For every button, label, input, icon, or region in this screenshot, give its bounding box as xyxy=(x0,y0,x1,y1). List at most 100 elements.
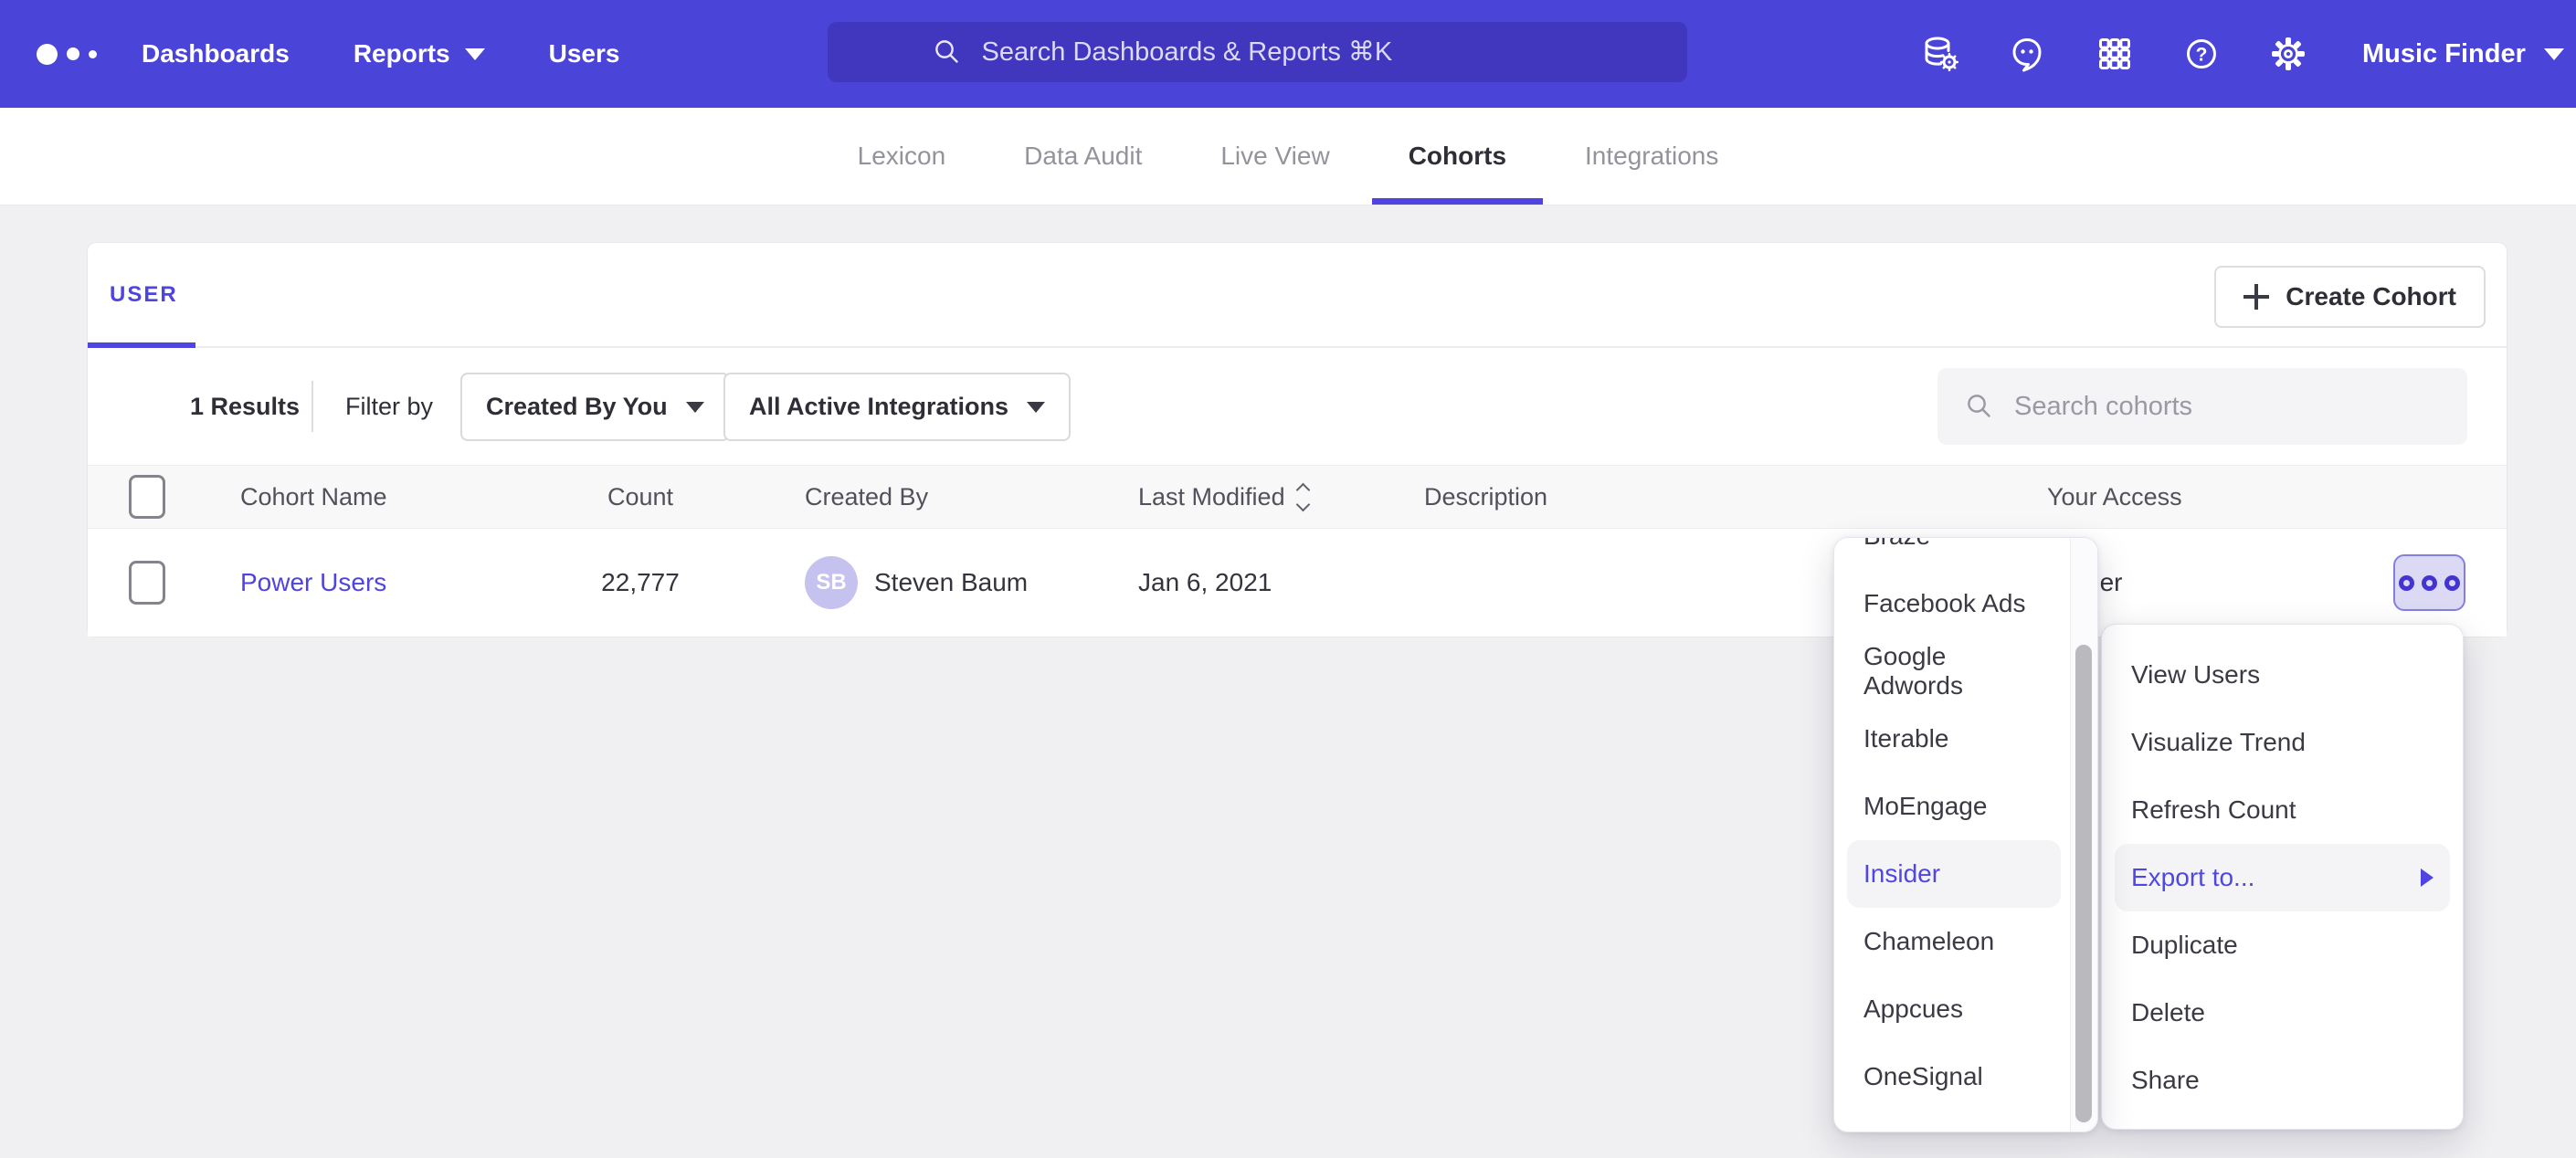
menu-item-export-to[interactable]: Export to... xyxy=(2115,844,2450,911)
search-icon xyxy=(931,36,964,68)
submenu-item-label: Appcues xyxy=(1863,995,1963,1024)
nav-reports-label: Reports xyxy=(354,39,450,68)
export-destinations-list: Braze Facebook Ads Google Adwords Iterab… xyxy=(1834,537,2070,1132)
row-checkbox[interactable] xyxy=(129,561,165,605)
submenu-item-label: Facebook Ads xyxy=(1863,589,2025,618)
tab-cohorts[interactable]: Cohorts xyxy=(1409,108,1506,205)
nav-users-label: Users xyxy=(549,39,620,68)
data-settings-icon[interactable] xyxy=(1918,32,1962,76)
row-actions-button[interactable] xyxy=(2393,554,2465,611)
primary-nav: Dashboards Reports Users xyxy=(142,0,619,108)
created-by-name: Steven Baum xyxy=(874,568,1028,597)
nav-dashboards[interactable]: Dashboards xyxy=(142,39,290,68)
top-navbar: Dashboards Reports Users ? xyxy=(0,0,2576,108)
submenu-arrow-icon xyxy=(2421,868,2433,887)
chevron-down-icon xyxy=(1027,402,1045,413)
submenu-item-chameleon[interactable]: Chameleon xyxy=(1847,908,2061,975)
submenu-item-google-adwords[interactable]: Google Adwords xyxy=(1847,637,2061,705)
filter-created-by-label: Created By You xyxy=(486,393,668,421)
ellipsis-dot xyxy=(2422,575,2437,591)
col-count: Count xyxy=(549,466,732,528)
results-count: 1 Results xyxy=(190,348,300,465)
chevron-down-icon xyxy=(2544,48,2564,60)
submenu-item-label: Iterable xyxy=(1863,724,1948,753)
submenu-item-facebook-ads[interactable]: Facebook Ads xyxy=(1847,570,2061,637)
user-tab-label: USER xyxy=(110,282,178,308)
sort-icon xyxy=(1298,485,1308,510)
create-cohort-button[interactable]: Create Cohort xyxy=(2214,266,2486,328)
col-last-modified-label: Last Modified xyxy=(1138,483,1285,511)
filter-integrations-dropdown[interactable]: All Active Integrations xyxy=(723,373,1071,441)
menu-item-label: Export to... xyxy=(2131,863,2254,892)
tab-live-view[interactable]: Live View xyxy=(1220,108,1329,205)
tab-label: Cohorts xyxy=(1409,142,1506,171)
cohorts-panel: USER Create Cohort 1 Results Filter by C… xyxy=(87,242,2507,637)
menu-item-duplicate[interactable]: Duplicate xyxy=(2115,911,2450,979)
export-destinations-submenu: Braze Facebook Ads Google Adwords Iterab… xyxy=(1833,537,2098,1132)
col-description: Description xyxy=(1424,466,1547,528)
cohort-search[interactable] xyxy=(1937,368,2467,445)
tab-label: Data Audit xyxy=(1024,142,1142,171)
plus-icon xyxy=(2243,284,2269,310)
submenu-item-insider[interactable]: Insider xyxy=(1847,840,2061,908)
cohort-name-link[interactable]: Power Users xyxy=(240,568,386,597)
help-icon[interactable]: ? xyxy=(2180,32,2223,76)
last-modified-value: Jan 6, 2021 xyxy=(1138,529,1272,637)
table-row: Power Users 22,777 SB Steven Baum Jan 6,… xyxy=(88,529,2507,637)
feedback-icon[interactable] xyxy=(2005,32,2049,76)
filter-created-by-dropdown[interactable]: Created By You xyxy=(460,373,730,441)
submenu-item-iterable[interactable]: Iterable xyxy=(1847,705,2061,773)
tab-integrations[interactable]: Integrations xyxy=(1585,108,1718,205)
nav-reports[interactable]: Reports xyxy=(354,39,485,68)
logo-dot-medium xyxy=(67,47,79,60)
menu-item-label: Delete xyxy=(2131,998,2205,1027)
settings-gear-icon[interactable] xyxy=(2266,32,2310,76)
table-header: Cohort Name Count Created By Last Modifi… xyxy=(88,465,2507,529)
svg-text:?: ? xyxy=(2196,45,2208,66)
submenu-item-label: Google Adwords xyxy=(1863,642,2044,700)
project-selector[interactable]: Music Finder xyxy=(2362,0,2564,108)
submenu-scrollbar-thumb[interactable] xyxy=(2075,645,2092,1122)
col-created-by: Created By xyxy=(805,466,928,528)
col-your-access: Your Access xyxy=(2047,466,2182,528)
submenu-item-moengage[interactable]: MoEngage xyxy=(1847,773,2061,840)
menu-item-view-users[interactable]: View Users xyxy=(2115,641,2450,709)
nav-dashboards-label: Dashboards xyxy=(142,39,290,68)
menu-item-share[interactable]: Share xyxy=(2115,1047,2450,1114)
global-search-input[interactable] xyxy=(982,37,1585,68)
menu-item-visualize-trend[interactable]: Visualize Trend xyxy=(2115,709,2450,776)
ellipsis-dot xyxy=(2444,575,2460,591)
chevron-down-icon xyxy=(686,402,704,413)
submenu-item-onesignal[interactable]: OneSignal xyxy=(1847,1043,2061,1111)
avatar: SB xyxy=(805,556,858,609)
tab-label: Integrations xyxy=(1585,142,1718,171)
menu-item-label: Duplicate xyxy=(2131,931,2238,960)
search-icon xyxy=(1963,390,1996,423)
section-tabs: Lexicon Data Audit Live View Cohorts Int… xyxy=(0,108,2576,205)
nav-users[interactable]: Users xyxy=(549,39,620,68)
menu-item-label: Refresh Count xyxy=(2131,795,2296,825)
tab-data-audit[interactable]: Data Audit xyxy=(1024,108,1142,205)
submenu-item-label: Insider xyxy=(1863,859,1940,889)
row-context-menu: View Users Visualize Trend Refresh Count… xyxy=(2101,624,2464,1130)
submenu-item-label: Chameleon xyxy=(1863,927,1994,956)
menu-item-label: Share xyxy=(2131,1066,2200,1095)
tab-label: Lexicon xyxy=(858,142,946,171)
divider xyxy=(311,381,313,432)
submenu-item-label: MoEngage xyxy=(1863,792,1987,821)
select-all-checkbox[interactable] xyxy=(129,475,165,519)
cohort-search-input[interactable] xyxy=(2014,392,2442,422)
filter-integrations-label: All Active Integrations xyxy=(749,393,1008,421)
menu-item-refresh-count[interactable]: Refresh Count xyxy=(2115,776,2450,844)
menu-item-delete[interactable]: Delete xyxy=(2115,979,2450,1047)
global-search[interactable] xyxy=(828,22,1687,82)
cohort-count: 22,777 xyxy=(549,529,732,637)
submenu-item-braze[interactable]: Braze xyxy=(1847,537,2061,570)
brand-logo[interactable] xyxy=(37,0,97,108)
apps-grid-icon[interactable] xyxy=(2093,32,2137,76)
submenu-scrollbar-track[interactable] xyxy=(2070,538,2097,1132)
tab-user-cohorts[interactable]: USER xyxy=(110,243,178,346)
tab-lexicon[interactable]: Lexicon xyxy=(858,108,946,205)
submenu-item-appcues[interactable]: Appcues xyxy=(1847,975,2061,1043)
col-last-modified[interactable]: Last Modified xyxy=(1138,466,1308,528)
